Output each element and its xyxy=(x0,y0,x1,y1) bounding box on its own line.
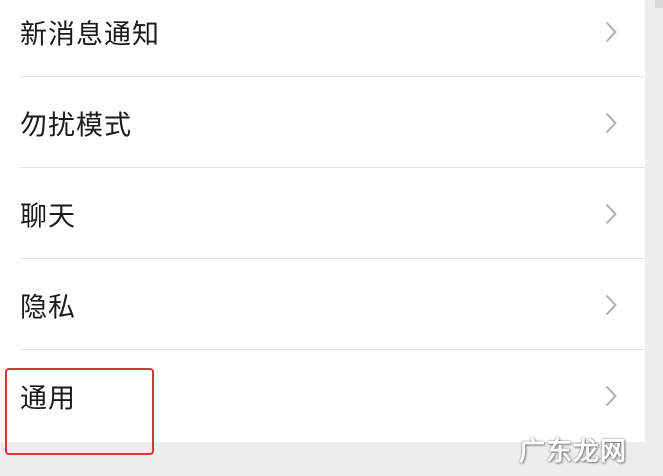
settings-item-label: 通用 xyxy=(20,383,76,414)
settings-item-label: 新消息通知 xyxy=(20,19,160,50)
watermark: 广东龙网 xyxy=(518,437,627,467)
settings-item-label: 聊天 xyxy=(20,201,76,232)
chevron-right-icon xyxy=(605,203,617,225)
settings-screen: 新消息通知 勿扰模式 聊天 隐私 通用 广东龙网 xyxy=(0,0,663,476)
settings-item-privacy[interactable]: 隐私 xyxy=(0,259,645,350)
settings-item-general[interactable]: 通用 xyxy=(0,350,645,441)
settings-item-do-not-disturb[interactable]: 勿扰模式 xyxy=(0,77,645,168)
chevron-right-icon xyxy=(605,294,617,316)
status-corner xyxy=(655,0,663,8)
settings-item-chat[interactable]: 聊天 xyxy=(0,168,645,259)
settings-item-label: 隐私 xyxy=(20,292,76,323)
settings-item-label: 勿扰模式 xyxy=(20,110,132,141)
chevron-right-icon xyxy=(605,112,617,134)
settings-item-new-message-notification[interactable]: 新消息通知 xyxy=(0,0,645,77)
settings-list: 新消息通知 勿扰模式 聊天 隐私 通用 xyxy=(0,0,645,442)
chevron-right-icon xyxy=(605,21,617,43)
chevron-right-icon xyxy=(605,385,617,407)
